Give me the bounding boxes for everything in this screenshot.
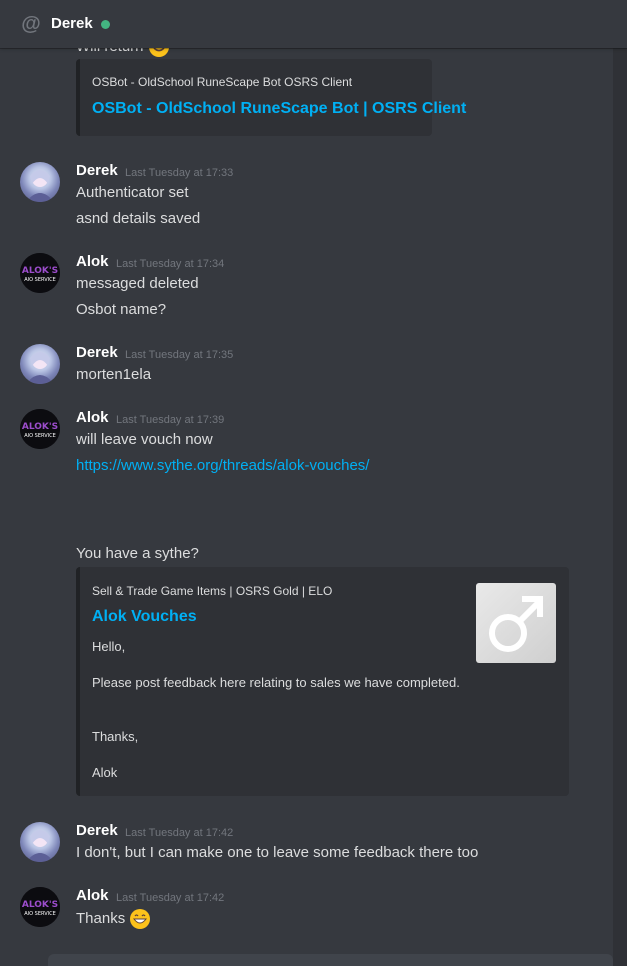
- embed-title-link[interactable]: OSBot - OldSchool RuneScape Bot | OSRS C…: [92, 100, 466, 118]
- svg-text:ALOK'S: ALOK'S: [22, 900, 58, 910]
- alok-avatar-icon: ALOK'S AIO SERVICE: [20, 409, 60, 449]
- embed-title-link[interactable]: Alok Vouches: [92, 608, 197, 626]
- message-text: asnd details saved: [76, 210, 201, 227]
- channel-title: Derek: [51, 15, 93, 32]
- message-text: messaged deleted: [76, 275, 199, 292]
- avatar[interactable]: [20, 162, 60, 202]
- scrollbar-track[interactable]: [613, 48, 627, 966]
- timestamp: Last Tuesday at 17:33: [125, 167, 234, 179]
- online-status-dot: [101, 20, 110, 29]
- sythe-embed: Sell & Trade Game Items | OSRS Gold | EL…: [76, 567, 569, 796]
- message-text: I don't, but I can make one to leave som…: [76, 844, 479, 861]
- author-name[interactable]: Alok: [76, 887, 109, 905]
- svg-text:AIO SERVICE: AIO SERVICE: [24, 433, 56, 439]
- embed-description-line: Hello,: [92, 639, 126, 654]
- author-name[interactable]: Derek: [76, 822, 118, 840]
- derek-avatar-icon: [26, 352, 54, 384]
- timestamp: Last Tuesday at 17:42: [125, 827, 234, 839]
- alok-avatar-icon: ALOK'S AIO SERVICE: [20, 253, 60, 293]
- message-text: Authenticator set: [76, 184, 189, 201]
- timestamp: Last Tuesday at 17:39: [116, 414, 225, 426]
- embed-provider: OSBot - OldSchool RuneScape Bot OSRS Cli…: [92, 75, 353, 89]
- avatar[interactable]: ALOK'S AIO SERVICE: [20, 887, 60, 927]
- embed-description-line: Thanks,: [92, 729, 139, 744]
- osbot-embed: OSBot - OldSchool RuneScape Bot OSRS Cli…: [76, 59, 466, 136]
- message-text: morten1ela: [76, 366, 152, 383]
- message-text: You have a sythe?: [76, 545, 199, 562]
- alok-avatar-icon: ALOK'S AIO SERVICE: [20, 887, 60, 927]
- at-icon: @: [21, 13, 41, 35]
- message-text: Osbot name?: [76, 301, 167, 318]
- male-symbol-icon: [489, 596, 543, 652]
- avatar[interactable]: ALOK'S AIO SERVICE: [20, 409, 60, 449]
- avatar[interactable]: [20, 822, 60, 862]
- author-name[interactable]: Derek: [76, 344, 118, 362]
- svg-text:ALOK'S: ALOK'S: [22, 266, 58, 276]
- derek-avatar-icon: [26, 170, 54, 202]
- author-name[interactable]: Alok: [76, 253, 109, 271]
- svg-text:AIO SERVICE: AIO SERVICE: [24, 277, 56, 283]
- derek-avatar-icon: [26, 830, 54, 862]
- timestamp: Last Tuesday at 17:42: [116, 892, 225, 904]
- author-name[interactable]: Derek: [76, 162, 118, 180]
- avatar[interactable]: ALOK'S AIO SERVICE: [20, 253, 60, 293]
- author-name[interactable]: Alok: [76, 409, 109, 427]
- thanks-text: Thanks: [76, 909, 126, 927]
- message-text: Thanks: [76, 908, 151, 930]
- timestamp: Last Tuesday at 17:34: [116, 258, 225, 270]
- embed-thumbnail[interactable]: [476, 583, 556, 663]
- embed-description-line: Please post feedback here relating to sa…: [92, 675, 460, 690]
- message-text: will leave vouch now: [76, 431, 213, 448]
- message-input[interactable]: [48, 954, 613, 966]
- embed-description-line: Alok: [92, 765, 118, 780]
- embed-provider: Sell & Trade Game Items | OSRS Gold | EL…: [92, 584, 333, 598]
- svg-text:ALOK'S: ALOK'S: [22, 422, 58, 432]
- grinning-face-icon: [130, 909, 151, 929]
- avatar[interactable]: [20, 344, 60, 384]
- timestamp: Last Tuesday at 17:35: [125, 349, 234, 361]
- sythe-link[interactable]: https://www.sythe.org/threads/alok-vouch…: [76, 456, 369, 476]
- channel-header: @ Derek: [0, 0, 627, 48]
- svg-text:AIO SERVICE: AIO SERVICE: [24, 911, 56, 917]
